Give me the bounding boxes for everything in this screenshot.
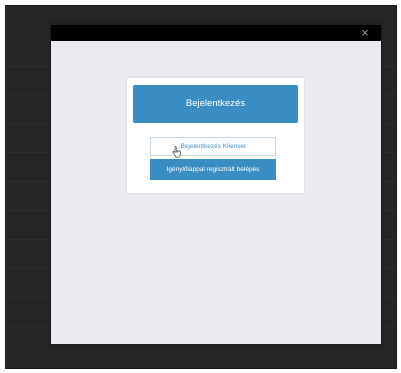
login-modal: × Bejelentkezés Bejelentkezés Kliensel I… [51,25,381,344]
registered-login-button[interactable]: Igénylőlappal regisztrált belépés [150,159,276,180]
client-login-button[interactable]: Bejelentkezés Kliensel [150,137,276,156]
hand-cursor-icon [172,146,181,158]
modal-header-bar: × [51,25,381,41]
login-title-banner: Bejelentkezés [133,85,298,123]
login-card: Bejelentkezés Bejelentkezés Kliensel Igé… [127,78,304,193]
close-icon[interactable]: × [358,26,372,40]
